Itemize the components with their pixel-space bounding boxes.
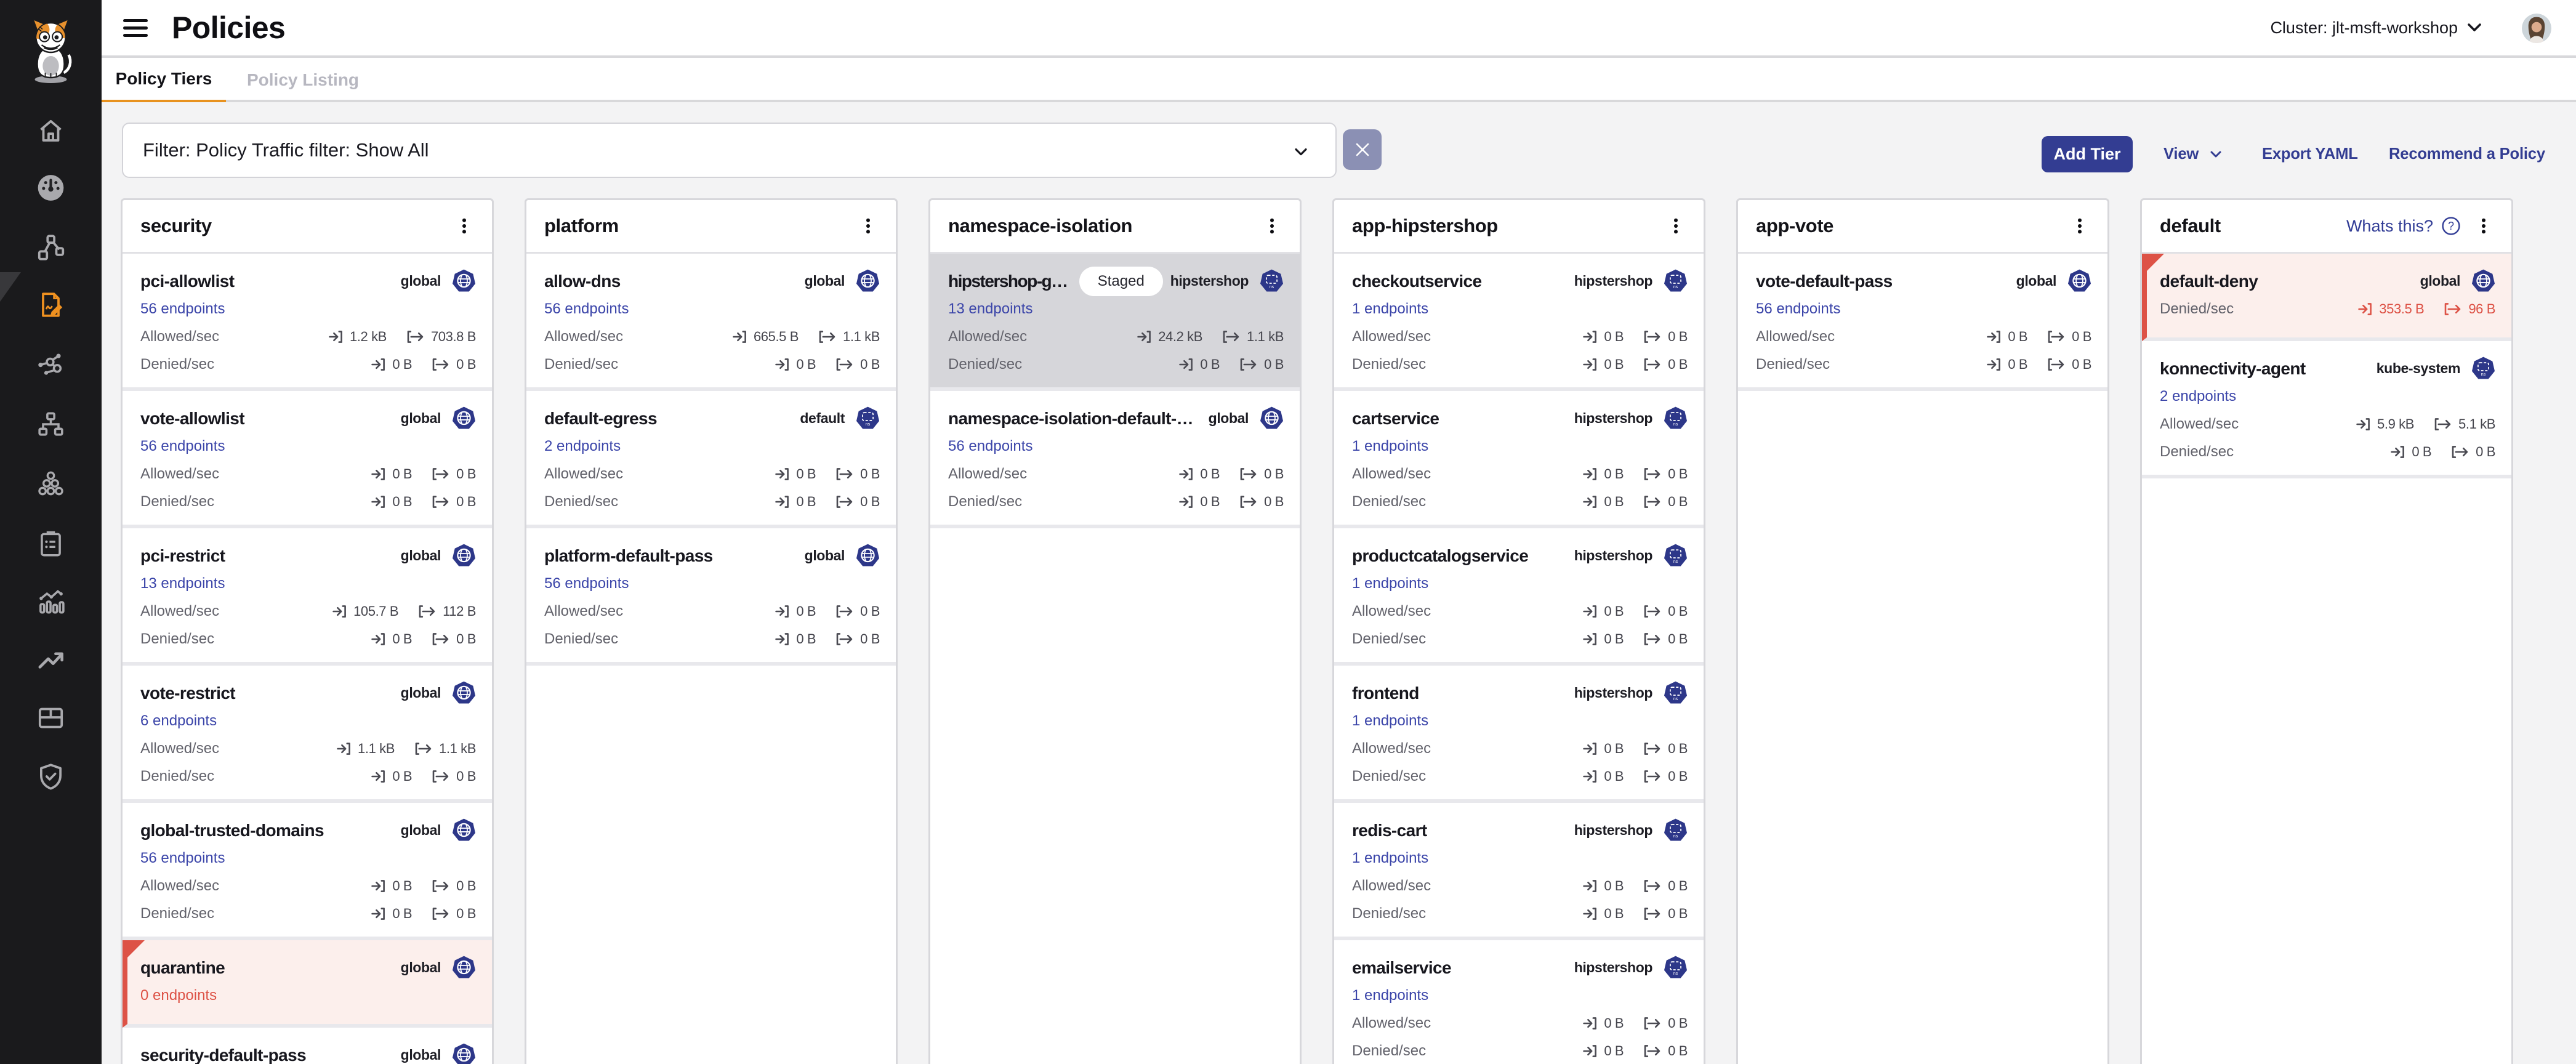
svg-text:?: ?	[2448, 220, 2454, 232]
